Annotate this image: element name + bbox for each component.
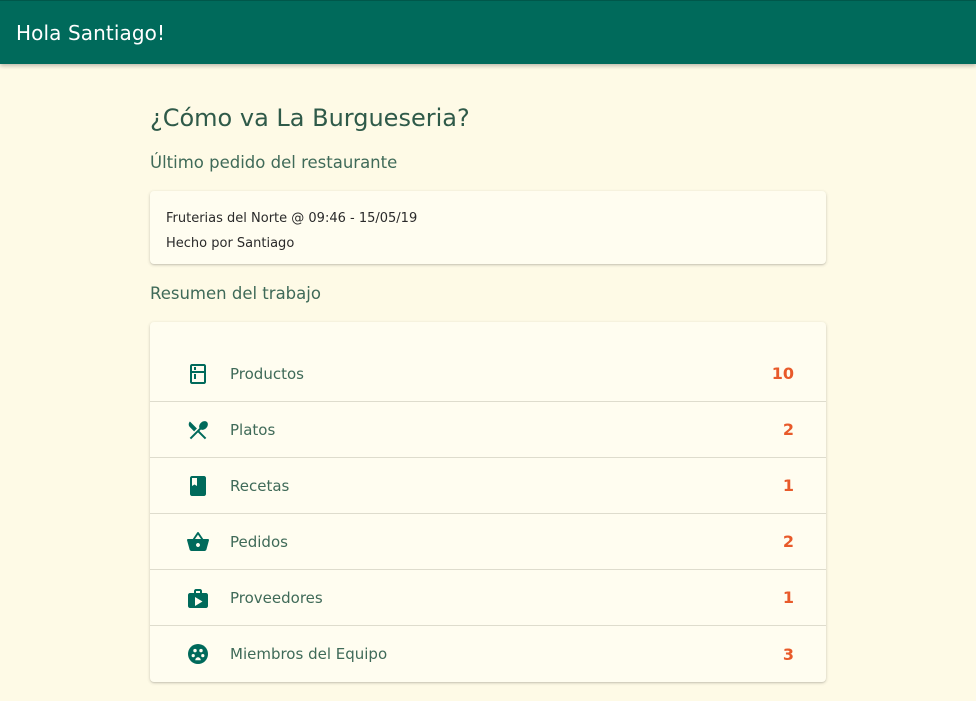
basket-icon (186, 530, 210, 554)
summary-row-count: 1 (782, 588, 794, 607)
last-order-section-title: Último pedido del restaurante (150, 153, 398, 172)
summary-row-productos[interactable]: Productos 10 (150, 346, 826, 402)
summary-section-title: Resumen del trabajo (150, 284, 321, 303)
summary-row-count: 1 (782, 476, 794, 495)
summary-row-label: Productos (230, 364, 304, 383)
summary-row-count: 10 (771, 364, 794, 383)
summary-row-pedidos[interactable]: Pedidos 2 (150, 514, 826, 570)
main-content: ¿Cómo va La Burgueseria? Último pedido d… (150, 64, 826, 682)
briefcase-icon (186, 586, 210, 610)
greeting-title: Hola Santiago! (16, 20, 166, 45)
last-order-author: Hecho por Santiago (166, 236, 295, 251)
book-icon (186, 474, 210, 498)
utensils-icon (186, 418, 210, 442)
summary-row-label: Miembros del Equipo (230, 645, 388, 663)
summary-row-label: Proveedores (230, 588, 323, 607)
summary-row-count: 2 (782, 532, 794, 551)
team-icon (186, 642, 210, 666)
summary-row-count: 3 (782, 644, 794, 664)
summary-card: Productos 10 Platos 2 Recetas 1 Pedidos … (150, 322, 826, 682)
fridge-icon (186, 362, 210, 386)
summary-row-miembros[interactable]: Miembros del Equipo 3 (150, 626, 826, 682)
summary-row-label: Platos (230, 420, 276, 439)
page-title: ¿Cómo va La Burgueseria? (150, 104, 470, 132)
last-order-details: Fruterias del Norte @ 09:46 - 15/05/19 (166, 211, 418, 226)
summary-row-platos[interactable]: Platos 2 (150, 402, 826, 458)
summary-row-proveedores[interactable]: Proveedores 1 (150, 570, 826, 626)
summary-row-recetas[interactable]: Recetas 1 (150, 458, 826, 514)
top-app-bar: Hola Santiago! (0, 0, 976, 64)
last-order-card[interactable]: Fruterias del Norte @ 09:46 - 15/05/19 H… (150, 191, 826, 264)
summary-row-label: Pedidos (230, 532, 288, 551)
summary-row-label: Recetas (230, 476, 290, 495)
summary-row-count: 2 (782, 420, 794, 439)
